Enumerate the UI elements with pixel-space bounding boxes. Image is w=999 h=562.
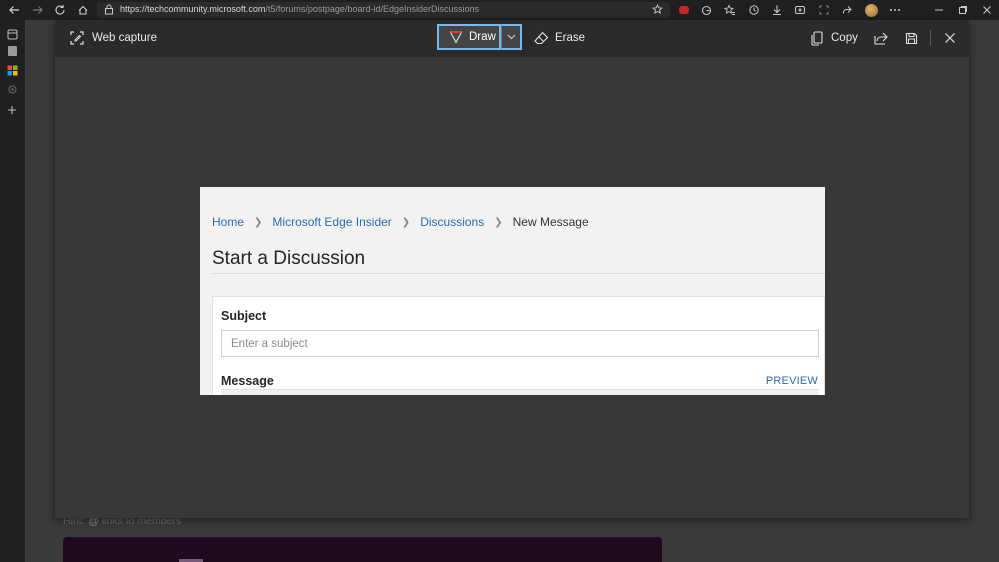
tab-actions-icon[interactable] <box>6 28 18 40</box>
web-capture-logo-icon <box>69 30 85 46</box>
extension-red-icon[interactable] <box>676 2 692 18</box>
close-window-icon[interactable] <box>979 2 995 18</box>
message-editor[interactable] <box>221 389 819 395</box>
breadcrumb: Home ❯ Microsoft Edge Insider ❯ Discussi… <box>212 215 589 229</box>
browser-toolbar: https://techcommunity.microsoft.com/t5/f… <box>0 0 999 20</box>
chevron-right-icon: ❯ <box>254 216 263 228</box>
chevron-right-icon: ❯ <box>401 216 411 228</box>
web-capture-toolbar: Web capture Draw Erase Copy <box>55 20 969 57</box>
close-capture-icon[interactable] <box>941 29 959 47</box>
breadcrumb-edge-insider[interactable]: Microsoft Edge Insider <box>272 215 391 229</box>
breadcrumb-discussions[interactable]: Discussions <box>420 215 484 229</box>
favorite-add-icon[interactable] <box>652 4 663 15</box>
share-icon[interactable] <box>839 2 855 18</box>
home-icon[interactable] <box>75 2 91 18</box>
draw-label: Draw <box>469 31 496 43</box>
breadcrumb-current: New Message <box>512 215 589 229</box>
web-capture-title: Web capture <box>92 32 157 44</box>
draw-options-dropdown[interactable] <box>501 24 522 50</box>
tab-microsoft-icon[interactable] <box>6 64 18 76</box>
back-icon[interactable] <box>6 2 22 18</box>
chevron-right-icon: ❯ <box>494 216 503 228</box>
chevron-down-icon <box>507 34 516 40</box>
tab-settings-icon[interactable] <box>6 83 18 95</box>
web-capture-overlay: Web capture Draw Erase Copy Home ❯ Micro… <box>55 20 969 518</box>
url-text[interactable]: https://techcommunity.microsoft.com/t5/f… <box>120 4 479 14</box>
collections-icon[interactable] <box>792 2 808 18</box>
url-path: /t5/forums/postpage/board-id/EdgeInsider… <box>265 4 480 14</box>
lock-icon[interactable] <box>104 4 114 15</box>
draw-button[interactable]: Draw <box>437 24 501 50</box>
downloads-icon[interactable] <box>769 2 785 18</box>
eraser-icon <box>534 31 549 45</box>
more-options-icon[interactable] <box>887 2 903 18</box>
copy-button[interactable]: Copy <box>811 28 858 48</box>
copy-label: Copy <box>831 32 858 44</box>
history-icon[interactable] <box>746 2 762 18</box>
toolbar-divider <box>930 30 931 46</box>
page-title: Start a Discussion <box>212 248 366 269</box>
web-capture-icon[interactable] <box>816 2 832 18</box>
subject-input[interactable] <box>221 330 819 357</box>
erase-label: Erase <box>555 32 586 44</box>
vertical-tab-strip <box>0 20 25 562</box>
pen-icon <box>449 30 463 44</box>
profile-avatar[interactable] <box>863 2 879 18</box>
tab-page-icon[interactable] <box>6 45 18 57</box>
captured-selection[interactable]: Home ❯ Microsoft Edge Insider ❯ Discussi… <box>200 187 825 395</box>
restore-icon[interactable] <box>955 2 971 18</box>
favorites-icon[interactable] <box>722 2 738 18</box>
copy-icon <box>811 30 823 46</box>
forward-icon[interactable] <box>30 2 46 18</box>
url-host: https://techcommunity.microsoft.com <box>120 4 266 14</box>
save-icon[interactable] <box>902 29 920 47</box>
erase-button[interactable]: Erase <box>534 28 585 48</box>
preview-link[interactable]: PREVIEW <box>766 375 818 387</box>
minimize-icon[interactable] <box>931 2 947 18</box>
extension-g-icon[interactable] <box>698 2 714 18</box>
message-label: Message <box>221 374 274 388</box>
title-divider <box>212 273 825 274</box>
breadcrumb-home[interactable]: Home <box>212 215 244 229</box>
discussion-form: Subject Message PREVIEW <box>212 296 825 395</box>
refresh-icon[interactable] <box>52 2 68 18</box>
share-capture-icon[interactable] <box>872 29 890 47</box>
address-bar[interactable]: https://techcommunity.microsoft.com/t5/f… <box>97 2 670 18</box>
editor-toolbar-background <box>63 537 662 562</box>
new-tab-icon[interactable] <box>6 104 18 116</box>
subject-label: Subject <box>221 309 267 323</box>
